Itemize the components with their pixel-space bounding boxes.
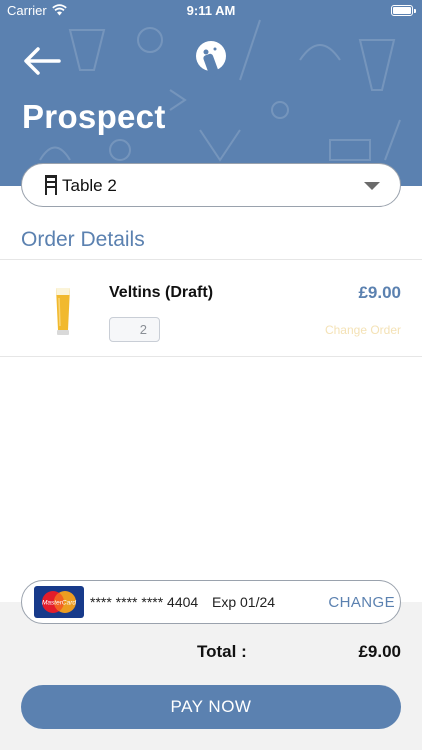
header: Carrier 9:11 AM Prospect (0, 0, 422, 186)
total-label: Total : (197, 642, 247, 661)
total-value: £9.00 (358, 642, 401, 661)
battery-icon (391, 5, 416, 16)
table-selector-label: Table 2 (62, 176, 117, 195)
payment-card-row: MasterCard **** **** **** 4404 Exp 01/24… (21, 580, 401, 624)
divider (0, 356, 422, 357)
table-selector[interactable]: Table 2 (21, 163, 401, 207)
arrow-left-icon (24, 47, 61, 75)
item-price: £9.00 (358, 283, 401, 302)
beer-tap-logo-icon (196, 41, 226, 77)
mastercard-icon: MasterCard (42, 591, 76, 613)
order-item: Veltins (Draft) £9.00 2 Change Order (0, 260, 422, 356)
card-expiry: Exp 01/24 (212, 594, 276, 610)
card-number: **** **** **** 4404 (90, 594, 199, 610)
order-details-title: Order Details (21, 228, 145, 251)
header-pattern (39, 19, 401, 162)
svg-text:MasterCard: MasterCard (42, 600, 76, 607)
change-card-button[interactable]: CHANGE (328, 594, 395, 611)
pay-now-button[interactable]: PAY NOW (21, 685, 401, 729)
quantity-field[interactable]: 2 (109, 317, 160, 342)
back-button[interactable] (22, 46, 62, 76)
clock: 9:11 AM (186, 3, 236, 18)
change-order-link[interactable]: Change Order (325, 323, 401, 337)
beer-glass-icon (56, 288, 70, 335)
status-bar: Carrier 9:11 AM (0, 0, 422, 22)
chevron-down-icon (364, 182, 380, 190)
item-name: Veltins (Draft) (109, 284, 214, 301)
mastercard-logo: MasterCard (34, 586, 84, 618)
venue-title: Prospect (22, 98, 166, 135)
chair-icon (45, 175, 57, 195)
